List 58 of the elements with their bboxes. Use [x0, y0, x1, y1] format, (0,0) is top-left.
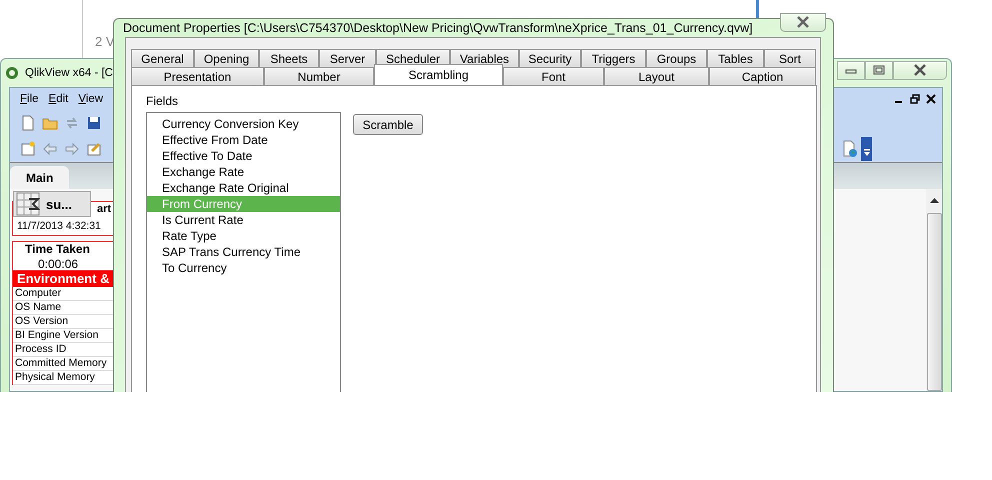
tab[interactable]: Server: [319, 49, 376, 67]
column-header: Time Taken: [25, 242, 90, 256]
list-item[interactable]: Effective To Date: [147, 148, 340, 164]
toolbar-dropdown[interactable]: [861, 137, 872, 161]
field-label: Fields: [146, 94, 180, 108]
list-item[interactable]: Is Current Rate: [147, 212, 340, 228]
table-cell: 0:00:06: [38, 257, 78, 271]
menu-item[interactable]: Edit: [48, 93, 68, 105]
tab[interactable]: Presentation: [131, 67, 264, 85]
minimize-button[interactable]: [837, 60, 865, 80]
maximize-button[interactable]: [865, 60, 893, 80]
list-item[interactable]: SAP Trans Currency Time: [147, 244, 340, 260]
web-page-icon[interactable]: [841, 140, 859, 158]
new-sheet-icon[interactable]: [20, 141, 36, 157]
list-item[interactable]: Currency Conversion Key: [147, 116, 340, 132]
list-item[interactable]: To Currency: [147, 260, 340, 276]
sheet-tab[interactable]: Main: [10, 166, 70, 189]
menu-item[interactable]: View: [78, 93, 104, 105]
restore-icon[interactable]: [910, 94, 920, 104]
scroll-up-icon[interactable]: [930, 197, 938, 203]
app-logo-icon: [5, 66, 19, 80]
save-icon[interactable]: [86, 115, 102, 131]
dialog-title: Document Properties [C:\Users\C754370\Desktop\New Pricing\QvwTransform\neXprice_Trans_01_Currency.qvw]: [123, 21, 753, 35]
close-icon: [796, 16, 810, 28]
tab[interactable]: Font: [503, 67, 604, 85]
tab[interactable]: Opening: [194, 49, 259, 67]
scrollbar[interactable]: [926, 189, 942, 391]
list-item[interactable]: Effective From Date: [147, 132, 340, 148]
tab[interactable]: Tables: [707, 49, 764, 67]
tab[interactable]: Security: [519, 49, 581, 67]
close-icon: [913, 64, 927, 76]
scroll-thumb[interactable]: [926, 213, 942, 391]
tab[interactable]: General: [131, 49, 194, 67]
window-title: QlikView x64 - [C: [25, 67, 113, 79]
tab[interactable]: Number: [264, 67, 374, 85]
close-button[interactable]: [893, 60, 947, 80]
minimized-object[interactable]: su...: [13, 191, 91, 217]
tab[interactable]: Sort: [764, 49, 816, 67]
tab[interactable]: Groups: [646, 49, 707, 67]
tab[interactable]: Layout: [604, 67, 709, 85]
close-button[interactable]: [780, 12, 826, 32]
column-header: art: [97, 203, 112, 215]
new-file-icon[interactable]: [20, 115, 36, 131]
scramble-button[interactable]: Scramble: [353, 114, 423, 135]
list-item[interactable]: Exchange Rate Original: [147, 180, 340, 196]
tab[interactable]: Sheets: [259, 49, 319, 67]
edit-icon[interactable]: [86, 141, 102, 157]
tab[interactable]: Caption: [709, 67, 816, 85]
maximize-icon: [873, 65, 885, 75]
table-sum-icon: [16, 192, 40, 216]
caret-icon: [862, 148, 870, 158]
list-item[interactable]: Exchange Rate: [147, 164, 340, 180]
table-cell: 11/7/2013 4:32:31: [17, 220, 101, 232]
menu-item[interactable]: File: [20, 93, 39, 105]
list-item[interactable]: Rate Type: [147, 228, 340, 244]
close-icon[interactable]: [926, 94, 936, 104]
tab[interactable]: Scrambling: [374, 64, 503, 85]
tab[interactable]: Triggers: [581, 49, 646, 67]
